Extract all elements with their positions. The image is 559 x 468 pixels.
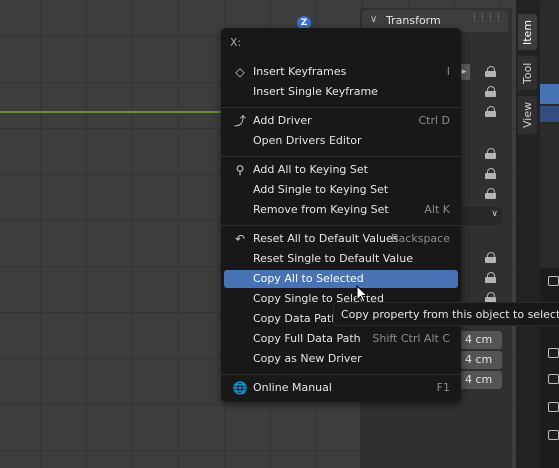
menu-title: X: bbox=[230, 36, 242, 49]
menu-item-online-manual[interactable]: 🌐 Online Manual F1 bbox=[224, 379, 458, 397]
output-icon[interactable] bbox=[548, 374, 559, 384]
menu-item-shortcut: Alt K bbox=[424, 203, 450, 216]
loop-back-icon: ↶ bbox=[234, 232, 246, 246]
menu-item-copy-full-data-path[interactable]: Copy Full Data Path Shift Ctrl Alt C bbox=[224, 330, 458, 348]
menu-item-add-driver[interactable]: ⤴ Add Driver Ctrl D bbox=[224, 112, 458, 130]
view-layer-icon[interactable] bbox=[548, 402, 559, 412]
menu-item-label: Copy Full Data Path bbox=[253, 332, 361, 345]
menu-item-label: Online Manual bbox=[253, 381, 332, 394]
menu-separator bbox=[221, 107, 461, 108]
tab-view[interactable]: View bbox=[518, 96, 537, 134]
menu-item-reset-all-to-default[interactable]: ↶ Reset All to Default Values Backspace bbox=[224, 230, 458, 248]
lock-icon[interactable] bbox=[485, 188, 497, 199]
menu-item-shortcut: F1 bbox=[436, 381, 450, 394]
menu-item-copy-as-new-driver[interactable]: Copy as New Driver bbox=[224, 350, 458, 368]
menu-item-label: Add All to Keying Set bbox=[253, 163, 368, 176]
chevron-down-icon: ∨ bbox=[370, 14, 378, 25]
tool-icon[interactable] bbox=[548, 276, 559, 286]
selected-row[interactable] bbox=[540, 84, 559, 104]
chevron-down-icon: ∨ bbox=[491, 209, 498, 219]
lock-icon[interactable] bbox=[485, 86, 497, 97]
keyingset-icon: ⚲ bbox=[235, 163, 245, 177]
lock-icon[interactable] bbox=[485, 272, 497, 283]
keyframe-add-icon: ◇ bbox=[235, 65, 245, 79]
dimension-y-field[interactable]: 4 cm bbox=[460, 351, 502, 369]
menu-separator bbox=[221, 374, 461, 375]
menu-item-label: Insert Keyframes bbox=[253, 65, 347, 78]
dimension-x-field[interactable]: 4 cm bbox=[460, 331, 502, 349]
menu-item-add-all-to-keying-set[interactable]: ⚲ Add All to Keying Set bbox=[224, 161, 458, 179]
menu-item-reset-single-to-default[interactable]: Reset Single to Default Value bbox=[224, 250, 458, 268]
driver-icon: ⤴ bbox=[233, 114, 246, 128]
selected-row-secondary[interactable] bbox=[540, 106, 559, 122]
menu-item-add-single-to-keying-set[interactable]: Add Single to Keying Set bbox=[224, 181, 458, 199]
menu-item-shortcut: Ctrl D bbox=[418, 114, 450, 127]
menu-item-shortcut: I bbox=[446, 65, 450, 78]
tab-tool[interactable]: Tool bbox=[518, 56, 537, 90]
menu-item-open-drivers-editor[interactable]: Open Drivers Editor bbox=[224, 132, 458, 150]
rotation-mode-dropdown[interactable]: ∨ bbox=[460, 207, 502, 225]
menu-item-shortcut: Backspace bbox=[391, 232, 450, 245]
render-icon[interactable] bbox=[548, 348, 559, 358]
menu-item-label: Reset Single to Default Value bbox=[253, 252, 413, 265]
context-menu: X: ◇ Insert Keyframes I Insert Single Ke… bbox=[221, 28, 461, 402]
menu-item-label: Open Drivers Editor bbox=[253, 134, 362, 147]
dimension-z-field[interactable]: 4 cm bbox=[460, 371, 502, 389]
menu-separator bbox=[221, 225, 461, 226]
lock-icon[interactable] bbox=[485, 148, 497, 159]
menu-item-label: Insert Single Keyframe bbox=[253, 85, 378, 98]
lock-icon[interactable] bbox=[485, 66, 497, 77]
lock-icon[interactable] bbox=[485, 106, 497, 117]
menu-item-label: Add Single to Keying Set bbox=[253, 183, 389, 196]
x-axis-line bbox=[0, 111, 230, 113]
menu-item-label: Copy as New Driver bbox=[253, 352, 362, 365]
menu-item-insert-keyframes[interactable]: ◇ Insert Keyframes I bbox=[224, 63, 458, 81]
menu-item-label: Copy All to Selected bbox=[253, 272, 364, 285]
menu-item-label: Add Driver bbox=[253, 114, 312, 127]
scene-icon[interactable] bbox=[548, 430, 559, 440]
menu-item-label: Reset All to Default Values bbox=[253, 232, 399, 245]
globe-icon: 🌐 bbox=[232, 381, 248, 395]
transform-panel-title: Transform bbox=[386, 14, 441, 27]
menu-item-label: Copy Data Path bbox=[253, 312, 339, 325]
menu-separator bbox=[221, 156, 461, 157]
lock-icon[interactable] bbox=[485, 252, 497, 263]
menu-item-remove-from-keying-set[interactable]: Remove from Keying Set Alt K bbox=[224, 201, 458, 219]
tooltip: Copy property from this object to select… bbox=[333, 302, 559, 326]
drag-handle-icon[interactable]: ⋮⋮⋮⋮ bbox=[470, 13, 503, 23]
menu-item-shortcut: Shift Ctrl Alt C bbox=[372, 332, 450, 345]
tab-item[interactable]: Item bbox=[518, 14, 537, 50]
lock-icon[interactable] bbox=[485, 168, 497, 179]
menu-item-insert-single-keyframe[interactable]: Insert Single Keyframe bbox=[224, 83, 458, 101]
menu-item-copy-all-to-selected[interactable]: Copy All to Selected bbox=[224, 270, 458, 288]
menu-item-label: Remove from Keying Set bbox=[253, 203, 389, 216]
